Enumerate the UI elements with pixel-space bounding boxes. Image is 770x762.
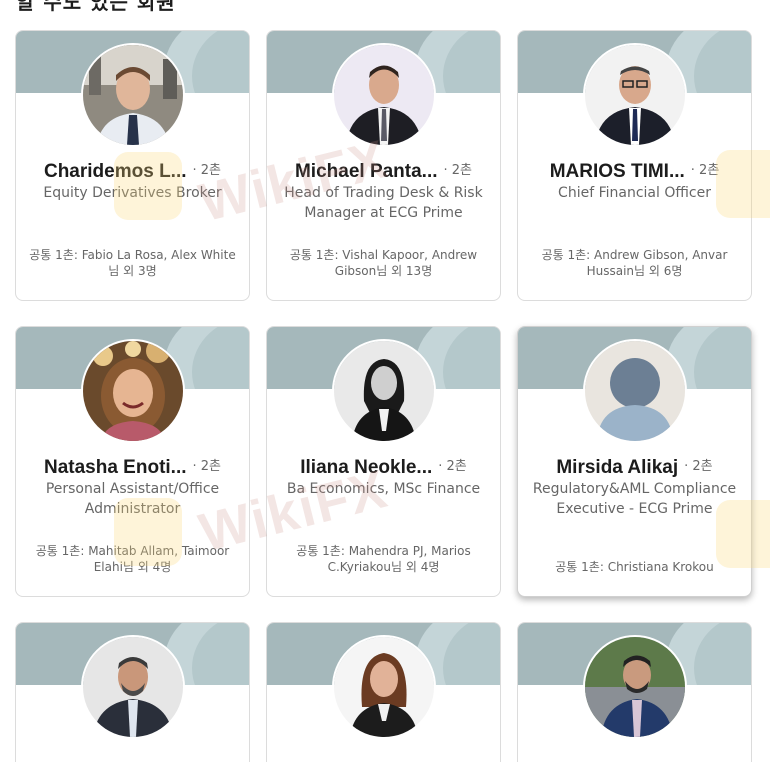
person-name[interactable]: Iliana Neokle... xyxy=(300,457,432,478)
profile-photo xyxy=(585,637,685,737)
person-name[interactable]: Mirsida Alikaj xyxy=(556,457,678,478)
person-name[interactable]: Michael Panta... xyxy=(295,161,438,182)
profile-photo xyxy=(83,341,183,441)
connection-degree: · 2촌 xyxy=(192,459,222,474)
profile-photo xyxy=(334,341,434,441)
person-card[interactable]: Iliana Neokle... · 2촌 Ba Economics, MSc F… xyxy=(266,326,501,597)
mutual-connections: 공통 1촌: Vishal Kapoor, Andrew Gibson님 외 1… xyxy=(289,248,478,278)
person-name[interactable]: MARIOS TIMI... xyxy=(550,161,685,182)
person-card[interactable] xyxy=(15,622,250,762)
name-row: Iliana Neokle... · 2촌 xyxy=(273,455,494,479)
profile-photo xyxy=(83,637,183,737)
mutual-connections: 공통 1촌: Mahendra PJ, Marios C.Kyriakou님 외… xyxy=(296,544,471,574)
name-row: Charidemos L... · 2촌 xyxy=(22,159,243,183)
profile-photo xyxy=(585,45,685,145)
name-row: Mirsida Alikaj · 2촌 xyxy=(524,455,745,479)
person-card[interactable]: Charidemos L... · 2촌 Equity Derivatives B… xyxy=(15,30,250,301)
person-card[interactable] xyxy=(266,622,501,762)
person-headline: Head of Trading Desk & Risk Manager at E… xyxy=(284,185,483,221)
connection-degree: · 2촌 xyxy=(438,459,467,474)
person-headline: Personal Assistant/Office Administrator xyxy=(45,481,220,517)
person-card[interactable] xyxy=(517,622,752,762)
avatar[interactable] xyxy=(332,339,436,443)
connection-degree: · 2촌 xyxy=(443,163,473,178)
name-row: Natasha Enoti... · 2촌 xyxy=(22,455,243,479)
person-card[interactable]: MARIOS TIMI... · 2촌 Chief Financial Offic… xyxy=(517,30,752,301)
person-card[interactable]: Mirsida Alikaj · 2촌 Regulatory&AML Compli… xyxy=(517,326,752,597)
mutual-connections: 공통 1촌: Fabio La Rosa, Alex White님 외 3명 xyxy=(29,248,236,278)
person-card[interactable]: Natasha Enoti... · 2촌 Personal Assistant/… xyxy=(15,326,250,597)
connection-degree: · 2촌 xyxy=(192,163,222,178)
avatar[interactable] xyxy=(583,339,687,443)
person-name[interactable]: Charidemos L... xyxy=(44,161,187,182)
people-grid: Charidemos L... · 2촌 Equity Derivatives B… xyxy=(0,0,770,762)
profile-photo xyxy=(334,45,434,145)
profile-photo xyxy=(83,45,183,145)
default-avatar-icon xyxy=(585,341,685,441)
person-headline: Regulatory&AML Compliance Executive - EC… xyxy=(532,481,737,517)
avatar[interactable] xyxy=(81,339,185,443)
avatar[interactable] xyxy=(583,635,687,739)
avatar[interactable] xyxy=(81,43,185,147)
mutual-connections: 공통 1촌: Christiana Krokou xyxy=(555,560,714,574)
profile-photo xyxy=(334,637,434,737)
person-name[interactable]: Natasha Enoti... xyxy=(44,457,187,478)
avatar[interactable] xyxy=(332,43,436,147)
person-card[interactable]: Michael Panta... · 2촌 Head of Trading Des… xyxy=(266,30,501,301)
connection-degree: · 2촌 xyxy=(690,163,720,178)
name-row: MARIOS TIMI... · 2촌 xyxy=(524,159,745,183)
person-headline: Chief Financial Officer xyxy=(558,185,711,201)
avatar[interactable] xyxy=(332,635,436,739)
person-headline: Ba Economics, MSc Finance xyxy=(286,481,481,497)
mutual-connections: 공통 1촌: Mahitab Allam, Taimoor Elahi님 외 4… xyxy=(35,544,230,574)
avatar[interactable] xyxy=(583,43,687,147)
person-headline: Equity Derivatives Broker xyxy=(43,185,222,201)
connection-degree: · 2촌 xyxy=(684,459,713,474)
mutual-connections: 공통 1촌: Andrew Gibson, Anvar Hussain님 외 6… xyxy=(541,248,728,278)
name-row: Michael Panta... · 2촌 xyxy=(273,159,494,183)
avatar[interactable] xyxy=(81,635,185,739)
